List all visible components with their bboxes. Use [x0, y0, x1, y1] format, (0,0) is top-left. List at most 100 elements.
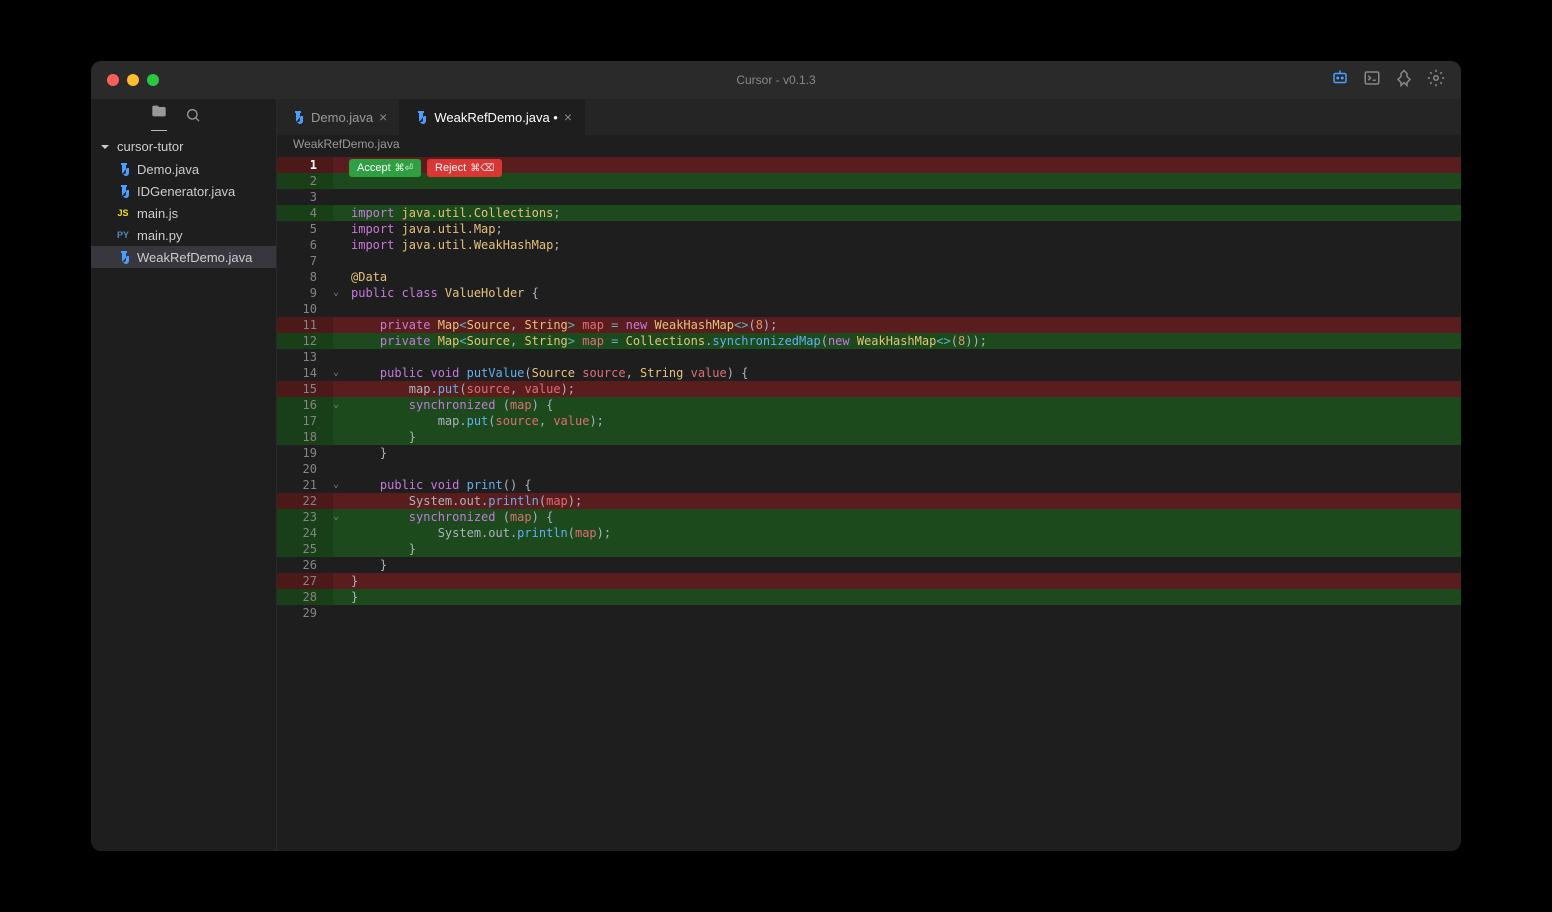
java-file-icon	[289, 109, 305, 125]
fold-toggle	[333, 573, 347, 589]
line-number: 14	[277, 365, 333, 381]
line-number: 27	[277, 573, 333, 589]
code-content: synchronized (map) {	[347, 397, 1461, 413]
fold-toggle	[333, 237, 347, 253]
code-content	[347, 461, 1461, 477]
line-number: 12	[277, 333, 333, 349]
file-item[interactable]: WeakRefDemo.java	[91, 246, 276, 268]
code-content: public void print() {	[347, 477, 1461, 493]
fold-toggle[interactable]: ⌄	[333, 285, 347, 301]
line-number: 16	[277, 397, 333, 413]
line-number: 25	[277, 541, 333, 557]
code-line: 20	[277, 461, 1461, 477]
code-line: 17 map.put(source, value);	[277, 413, 1461, 429]
java-file-icon	[115, 249, 131, 265]
feedback-icon[interactable]	[1395, 69, 1413, 92]
editor-lines: 12 34 import java.util.Collections;5import…	[277, 157, 1461, 621]
code-line: 12 private Map<Source, String> map = Col…	[277, 333, 1461, 349]
folder-root[interactable]: cursor-tutor	[91, 135, 276, 158]
tab[interactable]: Demo.java×	[277, 99, 400, 135]
code-content: System.out.println(map);	[347, 493, 1461, 509]
code-content	[347, 189, 1461, 205]
line-number: 29	[277, 605, 333, 621]
code-line: 27}	[277, 573, 1461, 589]
reject-label: Reject	[435, 162, 466, 174]
fold-toggle[interactable]: ⌄	[333, 365, 347, 381]
code-content: }	[347, 429, 1461, 445]
line-number: 17	[277, 413, 333, 429]
code-content: }	[347, 541, 1461, 557]
fold-toggle[interactable]: ⌄	[333, 397, 347, 413]
fold-toggle	[333, 429, 347, 445]
java-file-icon	[115, 161, 131, 177]
minimize-window-button[interactable]	[127, 74, 139, 86]
code-editor[interactable]: Accept ⌘⏎ Reject ⌘⌫ 12 34 import java.util…	[277, 157, 1461, 851]
fold-toggle[interactable]: ⌄	[333, 509, 347, 525]
line-number: 3	[277, 189, 333, 205]
accept-shortcut: ⌘⏎	[395, 163, 413, 174]
line-number: 19	[277, 445, 333, 461]
ai-icon[interactable]	[1331, 69, 1349, 92]
code-line: 25 }	[277, 541, 1461, 557]
tab[interactable]: WeakRefDemo.java • ×	[400, 99, 585, 135]
code-line: 19 }	[277, 445, 1461, 461]
py-file-icon: PY	[115, 227, 131, 243]
app-body: cursor-tutor Demo.java IDGenerator.java JS…	[91, 99, 1461, 851]
app-window: Cursor - v0.1.3 cursor-tutor Demo.javaID…	[91, 61, 1461, 851]
file-name: main.py	[137, 228, 183, 243]
code-content	[347, 301, 1461, 317]
code-content: }	[347, 445, 1461, 461]
line-number: 28	[277, 589, 333, 605]
code-content: }	[347, 557, 1461, 573]
code-content: @Data	[347, 269, 1461, 285]
accept-button[interactable]: Accept ⌘⏎	[349, 159, 421, 177]
breadcrumb: WeakRefDemo.java	[277, 135, 1461, 157]
code-line: 16⌄ synchronized (map) {	[277, 397, 1461, 413]
file-item[interactable]: Demo.java	[91, 158, 276, 180]
fold-toggle	[333, 269, 347, 285]
code-line: 21⌄ public void print() {	[277, 477, 1461, 493]
search-icon[interactable]	[185, 107, 201, 128]
line-number: 9	[277, 285, 333, 301]
settings-icon[interactable]	[1427, 69, 1445, 92]
line-number: 7	[277, 253, 333, 269]
code-content: import java.util.Collections;	[347, 205, 1461, 221]
code-line: 10	[277, 301, 1461, 317]
line-number: 21	[277, 477, 333, 493]
line-number: 2	[277, 173, 333, 189]
js-file-icon: JS	[115, 205, 131, 221]
file-item[interactable]: IDGenerator.java	[91, 180, 276, 202]
line-number: 26	[277, 557, 333, 573]
close-icon[interactable]: ×	[564, 109, 572, 125]
file-item[interactable]: PY main.py	[91, 224, 276, 246]
code-content: import java.util.Map;	[347, 221, 1461, 237]
titlebar-actions	[1331, 69, 1445, 92]
code-content: public void putValue(Source source, Stri…	[347, 365, 1461, 381]
line-number: 4	[277, 205, 333, 221]
fold-toggle	[333, 605, 347, 621]
explorer-icon[interactable]	[151, 103, 167, 131]
maximize-window-button[interactable]	[147, 74, 159, 86]
code-line: 29	[277, 605, 1461, 621]
folder-name: cursor-tutor	[117, 139, 183, 154]
reject-button[interactable]: Reject ⌘⌫	[427, 159, 502, 177]
code-line: 15 map.put(source, value);	[277, 381, 1461, 397]
code-content: public class ValueHolder {	[347, 285, 1461, 301]
line-number: 18	[277, 429, 333, 445]
file-name: WeakRefDemo.java	[137, 250, 252, 265]
terminal-icon[interactable]	[1363, 69, 1381, 92]
line-number: 8	[277, 269, 333, 285]
code-line: 5import java.util.Map;	[277, 221, 1461, 237]
diff-actions: Accept ⌘⏎ Reject ⌘⌫	[349, 159, 502, 177]
file-item[interactable]: JSmain.js	[91, 202, 276, 224]
code-line: 6import java.util.WeakHashMap;	[277, 237, 1461, 253]
code-line: 3	[277, 189, 1461, 205]
close-icon[interactable]: ×	[379, 109, 387, 125]
file-name: Demo.java	[137, 162, 199, 177]
file-list: Demo.java IDGenerator.java JSmain.js PY main…	[91, 158, 276, 268]
file-name: IDGenerator.java	[137, 184, 235, 199]
code-content: private Map<Source, String> map = new We…	[347, 317, 1461, 333]
fold-toggle[interactable]: ⌄	[333, 477, 347, 493]
close-window-button[interactable]	[107, 74, 119, 86]
tab-label: WeakRefDemo.java •	[434, 110, 558, 125]
